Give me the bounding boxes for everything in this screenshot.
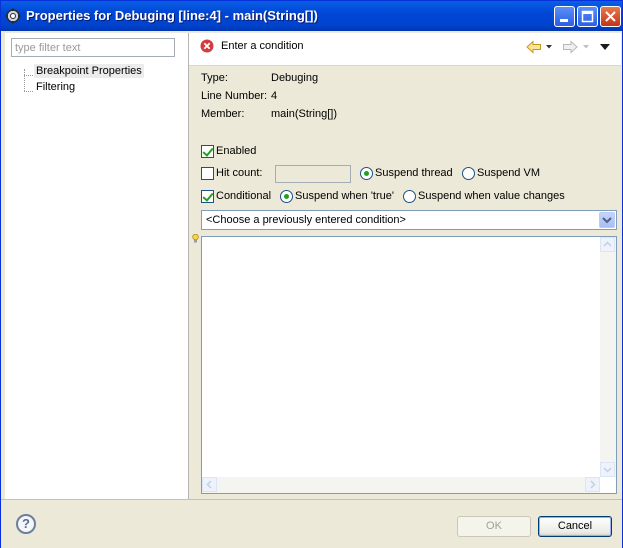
tree-item-label: Filtering	[36, 81, 76, 93]
chevron-down-icon[interactable]	[583, 45, 589, 49]
enabled-label: Enabled	[216, 145, 257, 157]
condition-history-value: <Choose a previously entered condition>	[206, 214, 406, 226]
vertical-scrollbar[interactable]	[600, 237, 616, 477]
maximize-button[interactable]	[577, 6, 598, 27]
chevron-left-icon	[206, 480, 212, 489]
hit-count-input[interactable]	[275, 165, 351, 183]
suspend-vm-radio[interactable]	[462, 167, 475, 180]
scroll-down-button[interactable]	[600, 462, 615, 477]
lightbulb-icon	[192, 234, 199, 243]
properties-page: Enter a condition Type: Debuging Line Nu…	[189, 33, 621, 499]
sidebar: Breakpoint Properties Filtering	[5, 33, 189, 499]
hit-count-label: Hit count:	[216, 167, 263, 179]
suspend-thread-label: Suspend thread	[375, 167, 453, 179]
chevron-down-icon	[603, 467, 612, 473]
help-icon[interactable]: ?	[16, 514, 36, 534]
member-value: main(String[])	[271, 108, 338, 120]
message-text: Enter a condition	[221, 40, 304, 52]
minimize-icon	[560, 19, 568, 22]
close-icon	[605, 11, 616, 22]
suspend-when-true-label: Suspend when 'true'	[295, 190, 394, 202]
close-button[interactable]	[600, 6, 621, 27]
properties-dialog: Properties for Debuging [line:4] - main(…	[0, 0, 623, 548]
type-label: Type:	[201, 72, 228, 84]
condition-history-combo[interactable]: <Choose a previously entered condition>	[201, 210, 617, 230]
chevron-right-icon	[590, 480, 596, 489]
title-bar[interactable]: Properties for Debuging [line:4] - main(…	[1, 1, 622, 31]
suspend-thread-radio[interactable]	[360, 167, 373, 180]
chevron-up-icon	[603, 241, 612, 247]
message-bar: Enter a condition	[189, 33, 621, 66]
horizontal-scrollbar[interactable]	[202, 477, 600, 493]
minimize-button[interactable]	[554, 6, 575, 27]
condition-editor[interactable]	[201, 236, 617, 494]
filter-input[interactable]	[11, 38, 175, 57]
suspend-vm-label: Suspend VM	[477, 167, 540, 179]
window-title: Properties for Debuging [line:4] - main(…	[26, 8, 318, 23]
chevron-down-icon	[602, 217, 612, 224]
error-icon	[200, 39, 214, 53]
suspend-when-changes-label: Suspend when value changes	[418, 190, 565, 202]
gear-icon	[5, 8, 21, 24]
suspend-when-true-radio[interactable]	[280, 190, 293, 203]
tree-connector	[24, 91, 33, 92]
conditional-label: Conditional	[216, 190, 272, 202]
tree-connector	[24, 75, 33, 76]
breakpoint-settings: Type: Debuging Line Number: 4 Member: ma…	[189, 66, 621, 499]
forward-arrow-icon[interactable]	[562, 40, 578, 54]
hit-count-checkbox[interactable]	[201, 167, 214, 180]
back-arrow-icon[interactable]	[526, 40, 542, 54]
combo-dropdown-button[interactable]	[599, 212, 615, 228]
type-value: Debuging	[271, 72, 319, 84]
view-menu-icon[interactable]	[600, 44, 610, 51]
line-number-label: Line Number:	[201, 90, 268, 102]
tree-item-label: Breakpoint Properties	[34, 64, 144, 78]
ok-button[interactable]: OK	[457, 516, 531, 537]
chevron-down-icon[interactable]	[546, 45, 552, 49]
scroll-left-button[interactable]	[202, 477, 217, 492]
conditional-checkbox[interactable]	[201, 190, 214, 203]
tree-connector	[24, 69, 25, 91]
scroll-right-button[interactable]	[585, 477, 600, 492]
scroll-up-button[interactable]	[600, 237, 615, 252]
maximize-icon	[581, 10, 594, 23]
line-number-value: 4	[271, 90, 278, 102]
member-label: Member:	[201, 108, 245, 120]
suspend-when-changes-radio[interactable]	[403, 190, 416, 203]
enabled-checkbox[interactable]	[201, 145, 214, 158]
button-bar: ? OK Cancel	[1, 499, 622, 548]
cancel-button[interactable]: Cancel	[538, 516, 612, 537]
